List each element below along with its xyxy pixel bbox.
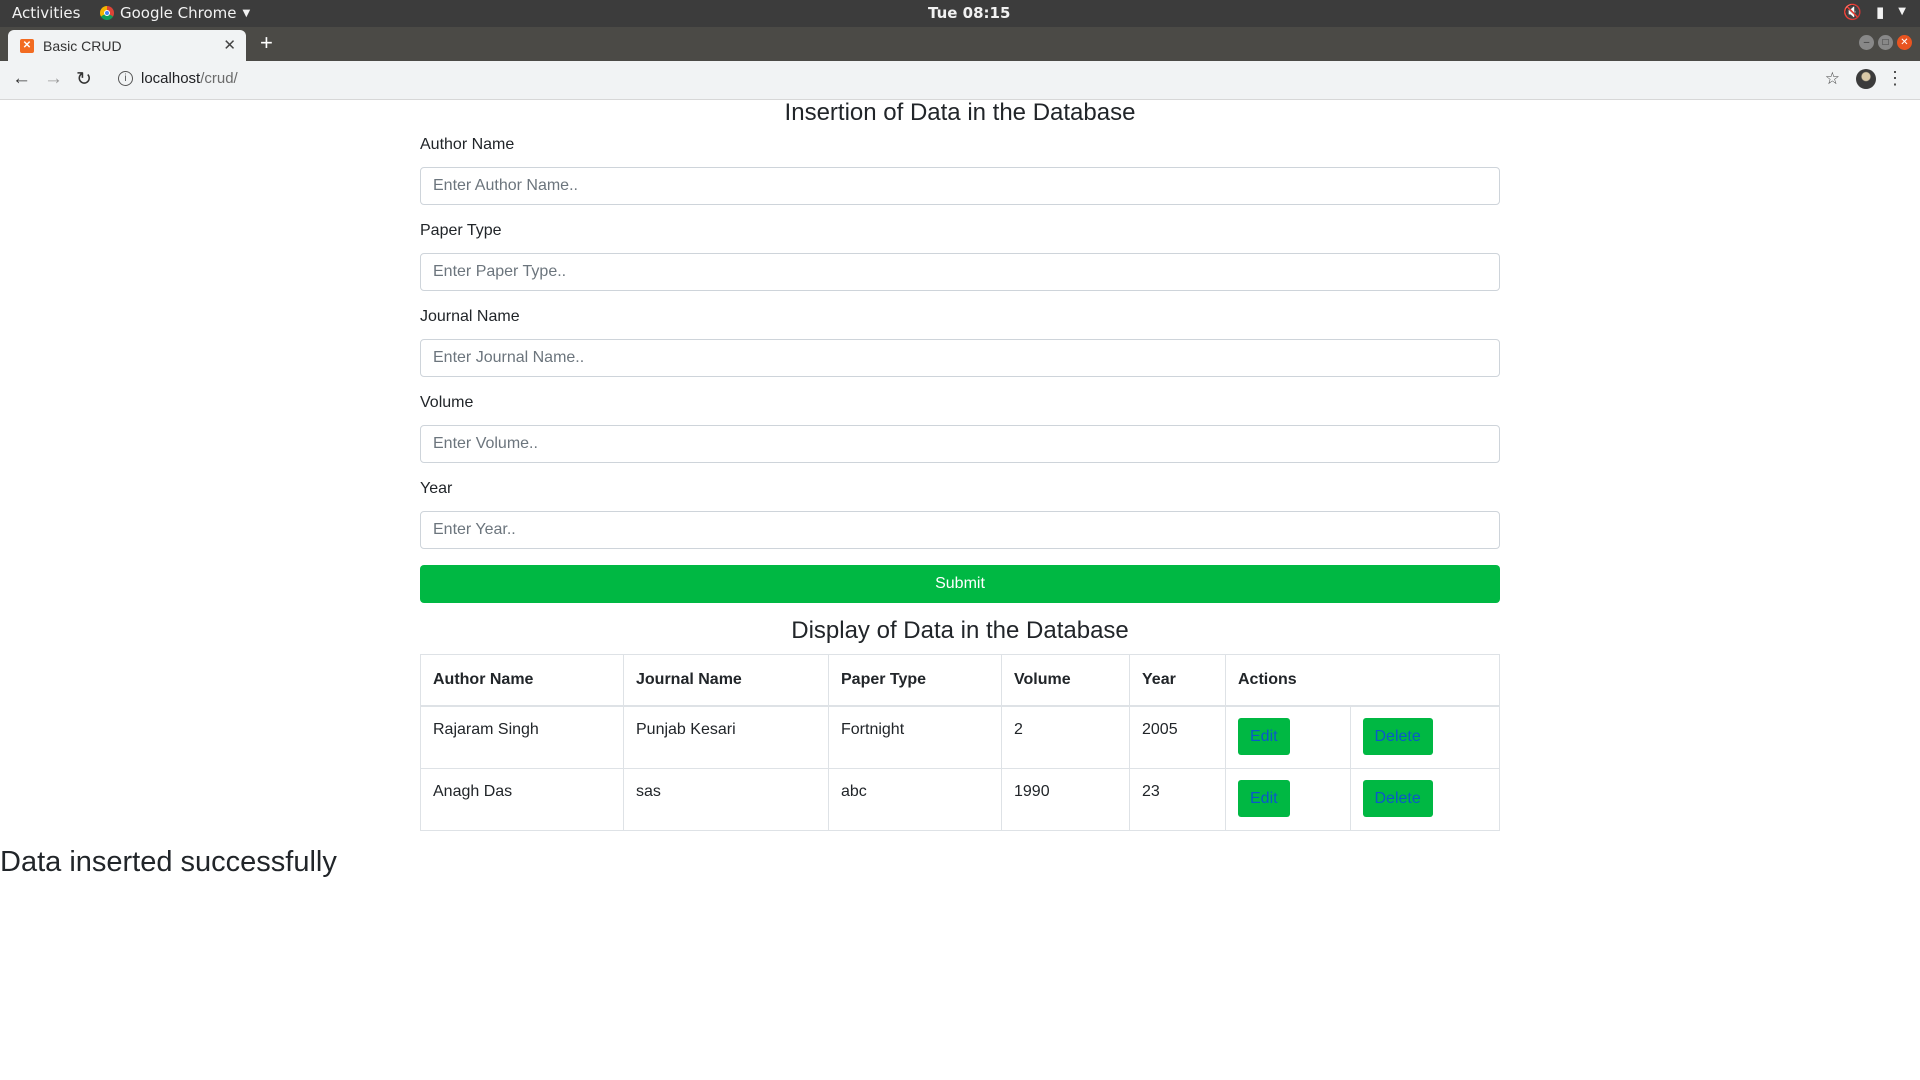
edit-button[interactable]: Edit bbox=[1238, 779, 1290, 817]
cell-author-name: Rajaram Singh bbox=[420, 705, 624, 769]
journal-name-input[interactable] bbox=[420, 339, 1500, 377]
display-heading: Display of Data in the Database bbox=[791, 617, 1129, 644]
column-header: Paper Type bbox=[828, 654, 1002, 707]
profile-avatar[interactable] bbox=[1856, 69, 1876, 89]
cell-paper-type: Fortnight bbox=[828, 705, 1002, 769]
cell-delete: Delete bbox=[1349, 705, 1500, 769]
activities-button[interactable]: Activities bbox=[12, 4, 80, 22]
minimize-icon[interactable]: – bbox=[1859, 35, 1874, 50]
caret-down-icon: ▼ bbox=[242, 7, 251, 19]
volume-label: Volume bbox=[420, 394, 474, 411]
column-header: Actions bbox=[1225, 654, 1350, 707]
journal-name-label: Journal Name bbox=[420, 308, 520, 325]
address-bar[interactable]: i localhost/crud/ bbox=[118, 70, 238, 87]
volume-input[interactable] bbox=[420, 425, 1500, 463]
year-label: Year bbox=[420, 480, 453, 497]
cell-author-name: Anagh Das bbox=[420, 767, 624, 831]
system-tray[interactable]: 🔇 ▮ ▼ bbox=[1843, 3, 1906, 21]
chrome-icon bbox=[100, 6, 114, 20]
column-header: Author Name bbox=[420, 654, 624, 707]
system-top-bar: Activities Google Chrome ▼ Tue 08:15 🔇 ▮… bbox=[0, 0, 1920, 27]
new-tab-plus-icon[interactable]: + bbox=[260, 30, 273, 56]
submit-button[interactable]: Submit bbox=[420, 565, 1500, 603]
column-header-spacer bbox=[1350, 654, 1500, 707]
browser-toolbar: ← → ↻ i localhost/crud/ ☆ ⋮ bbox=[0, 61, 1920, 100]
bookmark-star-icon[interactable]: ☆ bbox=[1825, 69, 1840, 89]
window-controls: – □ ✕ bbox=[1859, 35, 1912, 50]
column-header: Volume bbox=[1001, 654, 1130, 707]
back-arrow-icon[interactable]: ← bbox=[12, 68, 31, 90]
table-row: Rajaram Singh Punjab Kesari Fortnight 2 … bbox=[420, 705, 1500, 769]
table-row: Anagh Das sas abc 1990 23 Edit Delete bbox=[420, 767, 1500, 831]
cell-volume: 2 bbox=[1001, 705, 1130, 769]
tab-basic-crud[interactable]: ✕ Basic CRUD ✕ bbox=[8, 30, 246, 61]
clock[interactable]: Tue 08:15 bbox=[928, 4, 1010, 22]
table-header-row: Author Name Journal Name Paper Type Volu… bbox=[420, 654, 1500, 707]
app-menu-label: Google Chrome bbox=[120, 4, 237, 22]
delete-button[interactable]: Delete bbox=[1362, 718, 1433, 755]
insert-heading: Insertion of Data in the Database bbox=[784, 99, 1136, 126]
system-menu-caret-icon: ▼ bbox=[1898, 6, 1906, 17]
cell-journal-name: Punjab Kesari bbox=[623, 705, 829, 769]
volume-muted-icon: 🔇 bbox=[1843, 3, 1863, 21]
column-header: Year bbox=[1129, 654, 1226, 707]
edit-button[interactable]: Edit bbox=[1238, 718, 1290, 755]
url-host: localhost bbox=[141, 70, 201, 87]
tab-title: Basic CRUD bbox=[43, 37, 122, 54]
paper-type-label: Paper Type bbox=[420, 222, 502, 239]
xampp-favicon-icon: ✕ bbox=[20, 38, 34, 53]
cell-journal-name: sas bbox=[623, 767, 829, 831]
author-name-input[interactable] bbox=[420, 167, 1500, 205]
window-close-icon[interactable]: ✕ bbox=[1897, 35, 1912, 50]
data-table: Author Name Journal Name Paper Type Volu… bbox=[420, 654, 1500, 831]
maximize-icon[interactable]: □ bbox=[1878, 35, 1893, 50]
cell-year: 23 bbox=[1129, 767, 1226, 831]
cell-edit: Edit bbox=[1225, 767, 1351, 831]
paper-type-input[interactable] bbox=[420, 253, 1500, 291]
tab-close-icon[interactable]: ✕ bbox=[223, 36, 236, 54]
app-menu[interactable]: Google Chrome ▼ bbox=[100, 4, 250, 22]
cell-year: 2005 bbox=[1129, 705, 1226, 769]
year-input[interactable] bbox=[420, 511, 1500, 549]
cell-paper-type: abc bbox=[828, 767, 1002, 831]
success-message: Data inserted successfully bbox=[0, 846, 337, 878]
battery-icon: ▮ bbox=[1876, 3, 1885, 21]
cell-volume: 1990 bbox=[1001, 767, 1130, 831]
author-name-label: Author Name bbox=[420, 136, 515, 153]
column-header: Journal Name bbox=[623, 654, 829, 707]
more-menu-icon[interactable]: ⋮ bbox=[1886, 68, 1904, 89]
reload-icon[interactable]: ↻ bbox=[76, 68, 92, 91]
cell-delete: Delete bbox=[1349, 767, 1500, 831]
url-path: /crud/ bbox=[200, 70, 238, 87]
cell-edit: Edit bbox=[1225, 705, 1351, 769]
forward-arrow-icon[interactable]: → bbox=[44, 68, 63, 90]
info-icon[interactable]: i bbox=[118, 71, 133, 86]
tab-strip: ✕ Basic CRUD ✕ + – □ ✕ bbox=[0, 27, 1920, 61]
delete-button[interactable]: Delete bbox=[1362, 779, 1433, 817]
